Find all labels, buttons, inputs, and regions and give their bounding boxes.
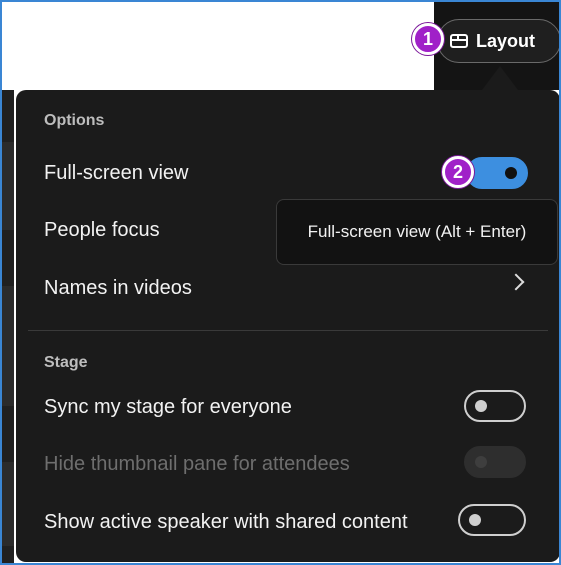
toggle-knob (505, 167, 517, 179)
video-tile-edge (2, 286, 14, 406)
toggle-knob (475, 400, 487, 412)
layout-flyout-panel: Options Full-screen view People focus Na… (16, 90, 559, 562)
video-tile-edge (2, 142, 14, 230)
stage-section-label: Stage (44, 354, 88, 371)
screenshot-frame: Options Full-screen view People focus Na… (0, 0, 561, 565)
full-screen-view-toggle[interactable] (466, 157, 528, 189)
people-focus-label[interactable]: People focus (44, 219, 160, 242)
options-section-label: Options (44, 112, 105, 129)
names-in-videos-label[interactable]: Names in videos (44, 277, 192, 300)
chevron-right-icon[interactable] (507, 273, 525, 291)
layout-icon (450, 34, 468, 48)
sync-stage-toggle[interactable] (464, 390, 526, 422)
layout-button-label: Layout (476, 30, 536, 51)
video-tile-edge (2, 462, 14, 546)
active-speaker-label: Show active speaker with shared content (44, 511, 408, 533)
hide-thumbnail-pane-toggle (464, 446, 526, 478)
toggle-knob (475, 456, 487, 468)
layout-button[interactable]: Layout (437, 19, 559, 63)
full-screen-view-label: Full-screen view (44, 162, 189, 184)
step-badge-1: 1 (412, 23, 444, 55)
section-divider (28, 330, 548, 331)
sync-stage-label: Sync my stage for everyone (44, 396, 292, 418)
active-speaker-toggle[interactable] (458, 504, 526, 536)
flyout-caret (482, 66, 518, 90)
meeting-background-left (2, 90, 14, 563)
toggle-knob (469, 514, 481, 526)
step-badge-2: 2 (442, 156, 474, 188)
full-screen-tooltip: Full-screen view (Alt + Enter) (276, 199, 558, 265)
hide-thumbnail-pane-label: Hide thumbnail pane for attendees (44, 453, 350, 475)
